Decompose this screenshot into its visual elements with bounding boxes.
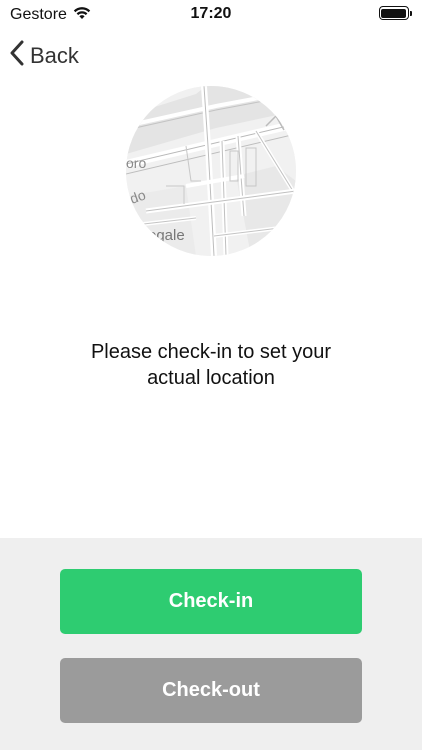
battery-icon [378,6,409,20]
checkin-prompt: Please check-in to set your actual locat… [20,339,402,391]
back-label: Back [30,43,79,68]
map-image: oro do egale [126,86,296,256]
check-in-button[interactable]: Check-in [60,569,362,634]
status-time: 17:20 [190,5,232,22]
status-bar: Gestore 17:20 [0,0,422,30]
battery-indicator [378,6,412,20]
action-panel: Check-in Check-out [0,538,422,750]
map-label-street: oro [126,155,146,171]
map-label-city: egale [148,227,185,244]
checkin-prompt-line1: Please check-in to set your [90,341,332,363]
battery-fill [381,8,406,18]
checkin-prompt-line2: actual location [147,367,275,389]
check-out-button[interactable]: Check-out [60,658,362,723]
chevron-left-icon [10,40,24,72]
back-button[interactable]: Back [10,40,79,72]
battery-tip [409,10,412,16]
check-in-screen: Gestore 17:20 Back oro do egale Please c… [0,0,422,750]
location-map: oro do egale [126,86,296,256]
